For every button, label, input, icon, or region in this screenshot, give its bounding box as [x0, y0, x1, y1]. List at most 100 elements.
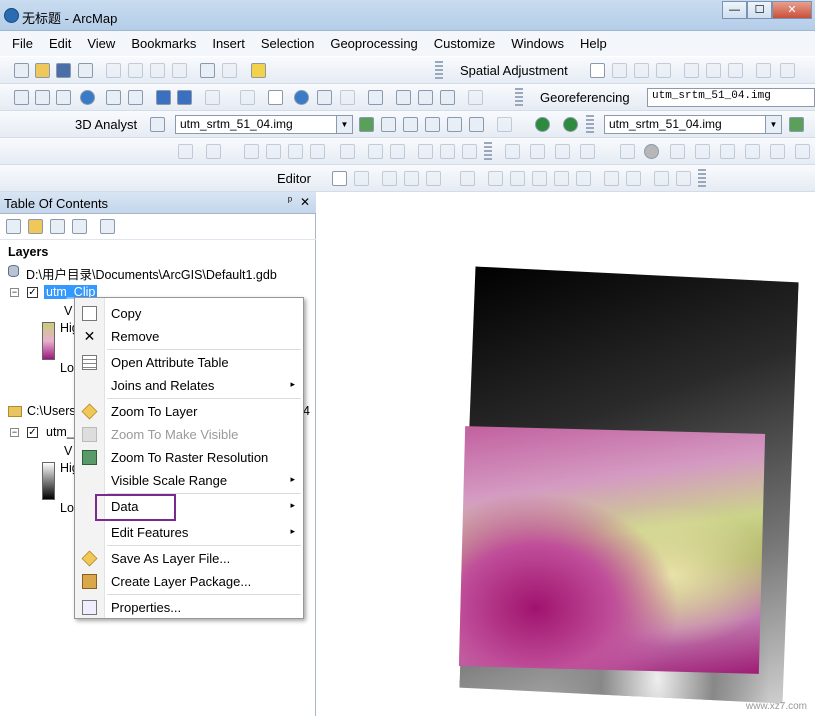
intersect-icon[interactable] — [390, 144, 405, 159]
ellipse-icon[interactable] — [745, 144, 760, 159]
spatial-analyst-layer-select[interactable]: utm_srtm_51_04.img ▼ — [604, 115, 782, 134]
list-by-selection-icon[interactable] — [72, 219, 87, 234]
contour-icon[interactable] — [359, 117, 374, 132]
sketch-properties-icon[interactable] — [626, 171, 641, 186]
menu-item-copy[interactable]: Copy — [75, 302, 303, 325]
layer-utm-srtm[interactable]: utm_ — [46, 425, 74, 439]
new-displacement-link-icon[interactable] — [612, 63, 627, 78]
smooth-icon[interactable] — [244, 144, 259, 159]
point-icon[interactable] — [620, 144, 635, 159]
menu-help[interactable]: Help — [572, 36, 615, 51]
3d-analyst-menu[interactable]: 3D Analyst — [75, 117, 137, 132]
back-extent-icon[interactable] — [156, 90, 171, 105]
fixed-zoom-in-icon[interactable] — [106, 90, 121, 105]
interpolate-point-icon[interactable] — [425, 117, 440, 132]
menu-item-zoom-to-raster-resolution[interactable]: Zoom To Raster Resolution — [75, 446, 303, 469]
zoom-in-icon[interactable] — [14, 90, 29, 105]
open-folder-icon[interactable] — [35, 63, 50, 78]
multi-displacement-icon[interactable] — [656, 63, 671, 78]
menu-item-edit-features[interactable]: Edit Features ▸ — [75, 521, 303, 544]
hyperlink-icon[interactable] — [317, 90, 332, 105]
gdb-path-label[interactable]: D:\用户目录\Documents\ArcGIS\Default1.gdb — [26, 264, 277, 283]
toolbar-grip[interactable] — [586, 115, 594, 134]
attributes-window-icon[interactable] — [604, 171, 619, 186]
undo-icon[interactable] — [200, 63, 215, 78]
attributes-icon[interactable] — [770, 144, 785, 159]
align-icon[interactable] — [266, 144, 281, 159]
spatial-adjustment-menu[interactable]: Spatial Adjustment — [460, 63, 568, 78]
steepest-path-icon[interactable] — [381, 117, 396, 132]
clip-icon[interactable] — [418, 144, 433, 159]
interpolate-polygon-icon[interactable] — [469, 117, 484, 132]
pan-icon[interactable] — [56, 90, 71, 105]
modify-link-icon[interactable] — [634, 63, 649, 78]
menu-view[interactable]: View — [79, 36, 123, 51]
layers-group-label[interactable]: Layers — [8, 245, 48, 259]
arcglobe-icon[interactable] — [563, 117, 578, 132]
fixed-zoom-out-icon[interactable] — [128, 90, 143, 105]
clear-area-icon[interactable] — [728, 63, 743, 78]
menu-item-zoom-to-layer[interactable]: Zoom To Layer — [75, 400, 303, 423]
sketch-props-icon[interactable] — [795, 144, 810, 159]
end-point-arc-icon[interactable] — [404, 171, 419, 186]
trace-icon[interactable] — [555, 144, 570, 159]
delete-icon[interactable] — [172, 63, 187, 78]
new-document-icon[interactable] — [14, 63, 29, 78]
save-icon[interactable] — [56, 63, 71, 78]
menu-insert[interactable]: Insert — [204, 36, 253, 51]
collapse-icon[interactable]: − — [10, 428, 19, 437]
menu-windows[interactable]: Windows — [503, 36, 572, 51]
select-features-icon[interactable] — [205, 90, 220, 105]
time-slider-icon[interactable] — [468, 90, 483, 105]
line-of-sight-icon[interactable] — [403, 117, 418, 132]
midpoint-icon[interactable] — [580, 144, 595, 159]
full-extent-icon[interactable] — [80, 90, 95, 105]
list-by-visibility-icon[interactable] — [50, 219, 65, 234]
point-tool-icon[interactable] — [460, 171, 475, 186]
split-icon[interactable] — [310, 144, 325, 159]
paste-icon[interactable] — [150, 63, 165, 78]
topology-tool-icon[interactable] — [178, 144, 193, 159]
collapse-icon[interactable]: − — [10, 288, 19, 297]
redo-icon[interactable] — [222, 63, 237, 78]
toolbar-grip[interactable] — [515, 88, 523, 107]
close-button[interactable]: ✕ — [772, 1, 812, 19]
interpolate-icon[interactable] — [150, 117, 165, 132]
union-icon[interactable] — [368, 144, 383, 159]
identify-icon[interactable] — [294, 90, 309, 105]
split-tool-icon[interactable] — [554, 171, 569, 186]
polygon-icon[interactable] — [695, 144, 710, 159]
vertex-icon[interactable] — [505, 144, 520, 159]
menu-item-create-layer-package[interactable]: Create Layer Package... — [75, 570, 303, 593]
clear-selection-icon[interactable] — [240, 90, 255, 105]
layer-visibility-checkbox[interactable]: ✓ — [27, 287, 38, 298]
edit-vertices-icon[interactable] — [488, 171, 503, 186]
menu-customize[interactable]: Customize — [426, 36, 503, 51]
list-by-source-icon[interactable] — [28, 219, 43, 234]
toolbar-grip[interactable] — [435, 61, 443, 80]
find-icon[interactable] — [396, 90, 411, 105]
map-view[interactable]: www.xz7.com — [317, 192, 815, 716]
layer-visibility-checkbox[interactable]: ✓ — [27, 427, 38, 438]
menu-item-open-attribute-table[interactable]: Open Attribute Table — [75, 351, 303, 374]
reshape-icon[interactable] — [510, 171, 525, 186]
find-route-icon[interactable] — [418, 90, 433, 105]
profile-graph-icon[interactable] — [497, 117, 512, 132]
editor-menu[interactable]: Editor — [277, 171, 311, 186]
snap-icon[interactable] — [530, 144, 545, 159]
buffer-icon[interactable] — [340, 144, 355, 159]
toc-close-icon[interactable]: ✕ — [300, 195, 310, 209]
menu-item-joins-and-relates[interactable]: Joins and Relates ▸ — [75, 374, 303, 397]
circle-icon[interactable] — [644, 144, 659, 159]
maximize-button[interactable]: ☐ — [747, 1, 772, 19]
3d-analyst-layer-select[interactable]: utm_srtm_51_04.img ▼ — [175, 115, 353, 134]
georeferencing-menu[interactable]: Georeferencing — [540, 90, 630, 105]
menu-item-remove[interactable]: ✕ Remove — [75, 325, 303, 348]
straight-segment-icon[interactable] — [382, 171, 397, 186]
menu-geoprocessing[interactable]: Geoprocessing — [322, 36, 425, 51]
copy-tool-icon[interactable] — [128, 63, 143, 78]
edit-tool-icon[interactable] — [332, 171, 347, 186]
menu-item-properties[interactable]: Properties... — [75, 596, 303, 619]
create-features-icon[interactable] — [654, 171, 669, 186]
trace-segment-icon[interactable] — [426, 171, 441, 186]
